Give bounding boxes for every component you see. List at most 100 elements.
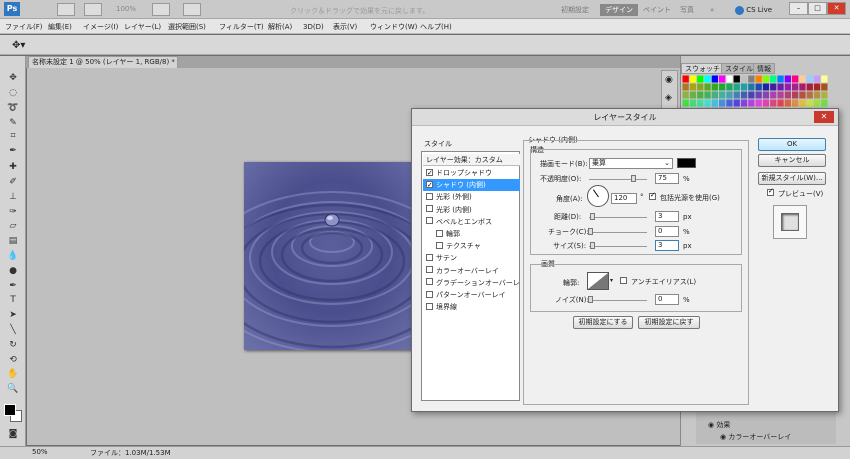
menu-select[interactable]: 選択範囲(S): [168, 22, 206, 32]
swatch-cell[interactable]: [748, 75, 755, 83]
style-list-item[interactable]: 光彩 (内側): [423, 204, 520, 216]
workspace-design[interactable]: デザイン: [600, 4, 638, 16]
style-item-checkbox[interactable]: [436, 241, 443, 249]
swatch-cell[interactable]: [784, 75, 791, 83]
swatch-cell[interactable]: [777, 83, 784, 91]
eye-icon[interactable]: ◉: [720, 433, 726, 441]
size-slider[interactable]: [589, 246, 647, 247]
history-brush-icon[interactable]: ✑: [7, 207, 19, 218]
healing-icon[interactable]: ✚: [7, 162, 19, 173]
layer-effect-item[interactable]: ◉ カラーオーバーレイ: [696, 432, 836, 443]
swatch-cell[interactable]: [806, 91, 813, 99]
swatch-cell[interactable]: [704, 99, 711, 107]
swatch-cell[interactable]: [726, 75, 733, 83]
swatch-cell[interactable]: [755, 75, 762, 83]
path-select-icon[interactable]: ➤: [7, 310, 19, 321]
noise-input[interactable]: 0: [655, 294, 679, 305]
swatch-cell[interactable]: [813, 83, 821, 91]
antialias-checkbox[interactable]: [620, 276, 630, 285]
swatch-cell[interactable]: [748, 91, 755, 99]
style-list-item[interactable]: 光彩 (外側): [423, 191, 520, 203]
style-list-item[interactable]: テクスチャ: [423, 240, 520, 252]
swatch-cell[interactable]: [770, 91, 777, 99]
cancel-button[interactable]: キャンセル: [758, 154, 826, 167]
swatch-cell[interactable]: [813, 75, 821, 83]
style-item-checkbox[interactable]: [426, 290, 433, 298]
swatch-cell[interactable]: [821, 83, 828, 91]
swatch-cell[interactable]: [719, 83, 726, 91]
lasso-icon[interactable]: ➰: [7, 103, 19, 114]
workspace-more[interactable]: »: [705, 4, 719, 16]
swatch-cell[interactable]: [682, 91, 689, 99]
menu-analysis[interactable]: 解析(A): [268, 22, 292, 32]
global-light-checkbox[interactable]: [649, 191, 659, 201]
swatch-cell[interactable]: [813, 99, 821, 107]
style-item-checkbox[interactable]: [426, 217, 433, 225]
swatch-cell[interactable]: [740, 91, 748, 99]
swatch-cell[interactable]: [813, 91, 821, 99]
swatch-cell[interactable]: [784, 99, 791, 107]
swatch-cell[interactable]: [740, 75, 748, 83]
swatch-cell[interactable]: [821, 91, 828, 99]
swatch-cell[interactable]: [762, 91, 770, 99]
swatch-cell[interactable]: [792, 83, 799, 91]
style-item-checkbox[interactable]: [426, 205, 433, 213]
adjustments-panel-icon[interactable]: ◈: [665, 93, 672, 103]
swatch-cell[interactable]: [799, 83, 806, 91]
style-item-checkbox[interactable]: [426, 278, 433, 286]
minimize-button[interactable]: –: [789, 2, 808, 15]
choke-input[interactable]: 0: [655, 226, 679, 237]
swatch-cell[interactable]: [697, 83, 704, 91]
maximize-button[interactable]: □: [808, 2, 827, 15]
angle-input[interactable]: 120: [611, 193, 637, 204]
new-style-button[interactable]: 新規スタイル(W)...: [758, 172, 826, 185]
zoom-icon[interactable]: 🔍: [7, 384, 19, 395]
style-list-item[interactable]: 輪郭: [423, 228, 520, 240]
swatch-cell[interactable]: [689, 83, 697, 91]
swatch-cell[interactable]: [770, 83, 777, 91]
swatch-cell[interactable]: [704, 83, 711, 91]
close-window-button[interactable]: ✕: [827, 2, 846, 15]
size-slider-knob[interactable]: [590, 242, 595, 249]
arrange-documents-icon[interactable]: [152, 3, 170, 16]
angle-dial[interactable]: [587, 185, 609, 207]
preview-checkbox[interactable]: [767, 187, 777, 197]
swatch-cell[interactable]: [806, 75, 813, 83]
dialog-close-button[interactable]: ✕: [814, 111, 834, 123]
menu-filter[interactable]: フィルター(T): [219, 22, 264, 32]
swatch-cell[interactable]: [682, 99, 689, 107]
swatch-cell[interactable]: [755, 91, 762, 99]
ok-button[interactable]: OK: [758, 138, 826, 151]
swatch-cell[interactable]: [792, 91, 799, 99]
menu-edit[interactable]: 編集(E): [48, 22, 72, 32]
swatch-cell[interactable]: [792, 99, 799, 107]
swatch-cell[interactable]: [697, 91, 704, 99]
opacity-slider-knob[interactable]: [631, 175, 636, 182]
swatch-cell[interactable]: [740, 83, 748, 91]
brush-icon[interactable]: ✐: [7, 177, 19, 188]
swatch-cell[interactable]: [697, 99, 704, 107]
menu-view[interactable]: 表示(V): [333, 22, 357, 32]
menu-layer[interactable]: レイヤー(L): [124, 22, 161, 32]
swatch-cell[interactable]: [799, 91, 806, 99]
shadow-color-swatch[interactable]: [677, 158, 696, 168]
style-list-item[interactable]: パターンオーバーレイ: [423, 289, 520, 301]
distance-slider-knob[interactable]: [590, 213, 595, 220]
style-item-checkbox[interactable]: [436, 229, 443, 237]
style-list-item[interactable]: グラデーションオーバーレイ: [423, 277, 520, 299]
swatch-cell[interactable]: [726, 91, 733, 99]
tab-swatches[interactable]: スウォッチ: [681, 63, 724, 74]
swatch-cell[interactable]: [726, 83, 733, 91]
swatch-cell[interactable]: [682, 75, 689, 83]
eraser-icon[interactable]: ▱: [7, 221, 19, 232]
swatch-cell[interactable]: [689, 99, 697, 107]
tab-info[interactable]: 情報: [753, 63, 775, 74]
swatch-cell[interactable]: [711, 99, 718, 107]
swatch-cell[interactable]: [806, 83, 813, 91]
choke-slider-knob[interactable]: [588, 228, 593, 235]
move-icon[interactable]: ✥: [7, 73, 19, 84]
contour-dropdown-icon[interactable]: ▾: [610, 277, 613, 284]
style-list-item[interactable]: 境界線: [423, 301, 520, 313]
swatch-cell[interactable]: [733, 99, 740, 107]
swatch-cell[interactable]: [740, 99, 748, 107]
